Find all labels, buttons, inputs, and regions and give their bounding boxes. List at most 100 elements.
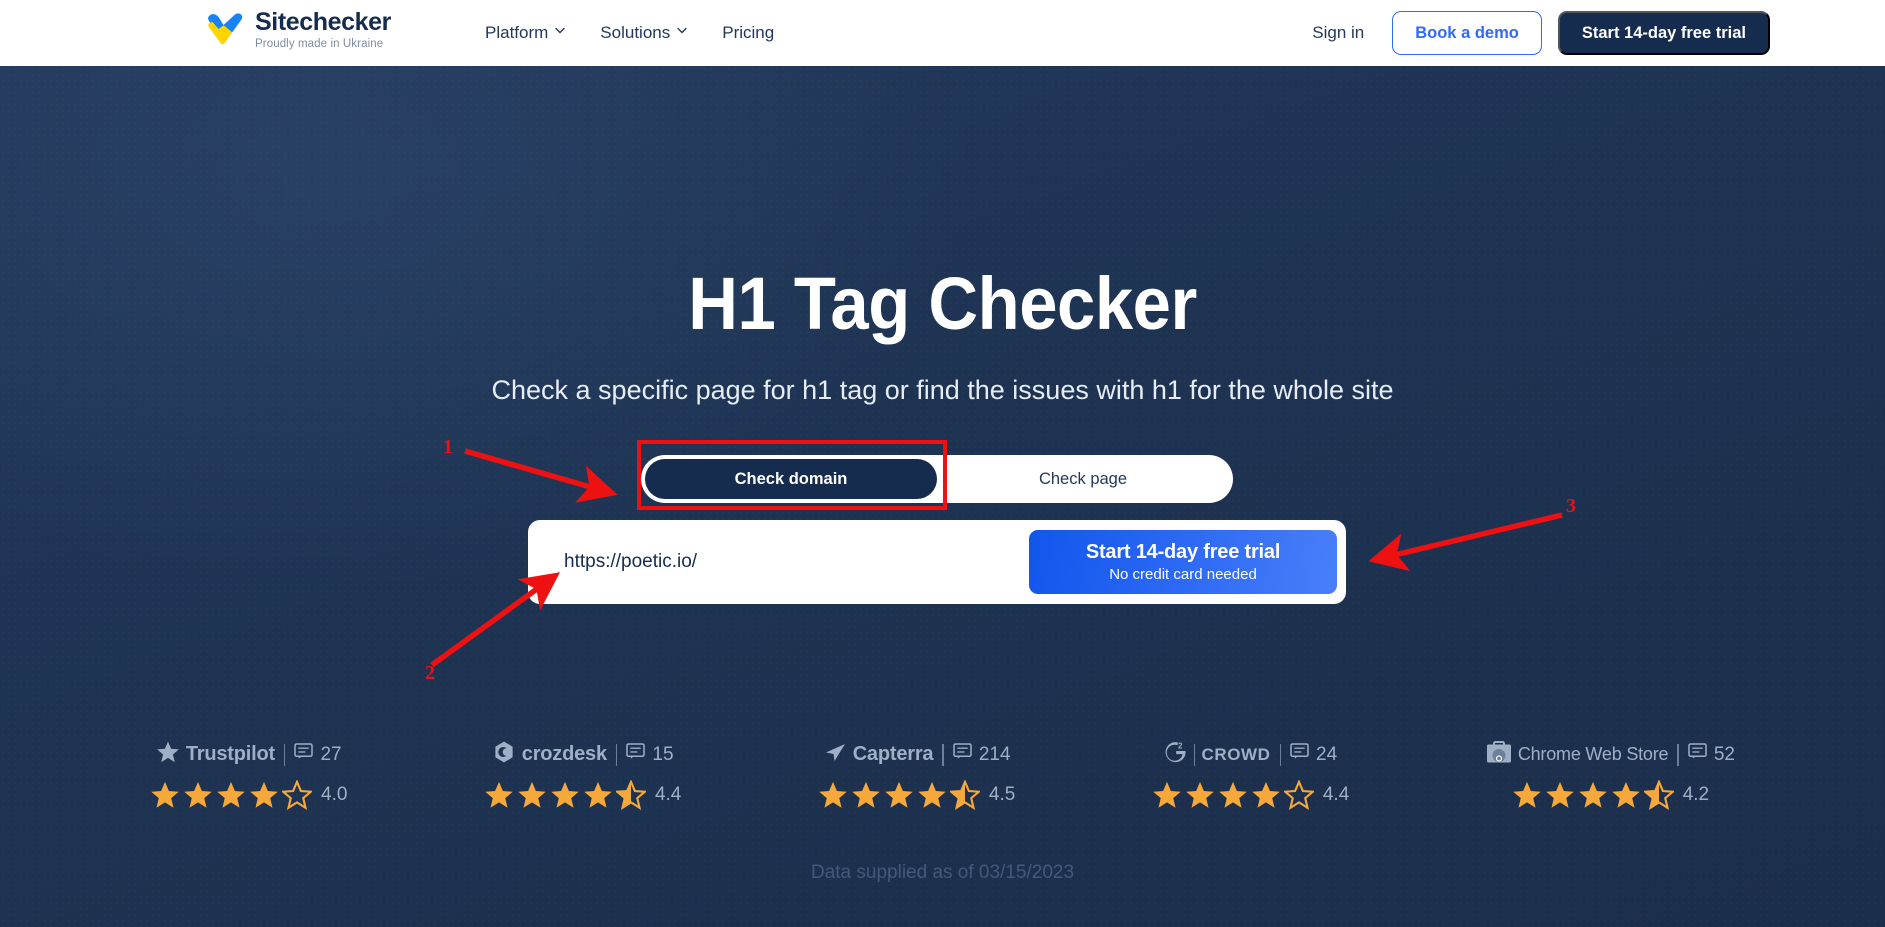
- rating-card-capterra[interactable]: Capterra 214 4.5: [818, 740, 1015, 810]
- ratings-row: Trustpilot 27 4.0 crozdesk 15 4.4 Capter…: [150, 740, 1735, 810]
- brand-block: 2 CROWD: [1164, 740, 1271, 769]
- star-half-icon: [1643, 780, 1674, 810]
- star-half-icon: [615, 780, 646, 810]
- nav-item-platform-label: Platform: [485, 23, 549, 42]
- brand-name: Capterra: [852, 743, 934, 765]
- start-free-trial-header-button[interactable]: Start 14-day free trial: [1557, 11, 1770, 55]
- brand-name: crozdesk: [521, 743, 607, 765]
- star-full-icon: [1578, 781, 1607, 808]
- star-rating: [484, 780, 646, 810]
- comment-icon: [626, 743, 646, 766]
- data-supplied-note: Data supplied as of 03/15/2023: [810, 862, 1075, 883]
- star-full-icon: [1611, 781, 1640, 808]
- capterra-arrow-icon: [823, 740, 847, 769]
- star-full-icon: [885, 781, 913, 808]
- nav-item-solutions[interactable]: Solutions: [600, 23, 687, 43]
- review-count-value: 52: [1713, 743, 1735, 765]
- start-free-trial-cta-button[interactable]: Start 14-day free trial No credit card n…: [1029, 530, 1337, 594]
- rating-header: Capterra 214: [823, 740, 1011, 769]
- comment-icon: [953, 743, 972, 766]
- sitechecker-heart-check-icon: [205, 12, 245, 48]
- brand-name: CROWD: [1201, 744, 1271, 764]
- star-full-icon: [584, 781, 612, 808]
- review-count-value: 15: [652, 743, 674, 765]
- rating-card-crozdesk[interactable]: crozdesk 15 4.4: [484, 740, 681, 810]
- book-a-demo-button[interactable]: Book a demo: [1392, 11, 1542, 55]
- rating-score: 4.5: [988, 784, 1016, 805]
- cta-main-label: Start 14-day free trial: [1085, 541, 1281, 563]
- star-empty-icon: [1283, 780, 1314, 810]
- review-count-value: 27: [320, 743, 342, 765]
- brand-block: Trustpilot: [156, 740, 275, 769]
- star-full-icon: [217, 781, 245, 808]
- review-count: 52: [1688, 743, 1735, 766]
- check-domain-toggle[interactable]: Check domain: [645, 459, 937, 499]
- search-bar: Start 14-day free trial No credit card n…: [528, 520, 1346, 604]
- rating-stars-row: 4.0: [150, 780, 347, 810]
- rating-stars-row: 4.4: [484, 780, 681, 810]
- rating-score: 4.4: [654, 784, 682, 805]
- site-header: Sitechecker Proudly made in Ukraine Plat…: [0, 0, 1885, 66]
- chevron-down-icon: [555, 27, 565, 36]
- header-actions: Sign in Book a demo Start 14-day free tr…: [1300, 0, 1770, 66]
- rating-card-g2-crowd[interactable]: 2 CROWD 24 4.4: [1152, 740, 1349, 810]
- nav-item-pricing[interactable]: Pricing: [722, 23, 774, 43]
- chevron-down-icon: [677, 27, 687, 36]
- divider: [1279, 743, 1282, 766]
- star-full-icon: [852, 781, 880, 808]
- star-full-icon: [485, 781, 513, 808]
- star-empty-icon: [282, 780, 312, 810]
- rating-score: 4.0: [321, 784, 348, 805]
- crozdesk-hexagon-icon: [492, 740, 516, 769]
- rating-header: Trustpilot 27: [156, 740, 342, 769]
- rating-header: 2 CROWD 24: [1164, 740, 1337, 769]
- star-full-icon: [1512, 781, 1541, 808]
- star-full-icon: [1252, 781, 1280, 808]
- divider: [615, 743, 618, 766]
- rating-stars-row: 4.5: [818, 780, 1015, 810]
- svg-text:2: 2: [1178, 741, 1183, 750]
- star-full-icon: [551, 781, 579, 808]
- nav-item-pricing-label: Pricing: [722, 23, 775, 42]
- nav-item-platform[interactable]: Platform: [485, 23, 565, 43]
- logo-title: Sitechecker: [255, 8, 391, 36]
- star-full-icon: [918, 781, 946, 808]
- star-full-icon: [1186, 781, 1214, 808]
- star-full-icon: [518, 781, 546, 808]
- rating-stars-row: 4.2: [1512, 780, 1709, 810]
- nav-item-solutions-label: Solutions: [600, 23, 671, 42]
- star-rating: [1512, 780, 1674, 810]
- g2-crowd-icon: 2: [1164, 740, 1188, 769]
- comment-icon: [1290, 743, 1309, 766]
- review-count: 15: [626, 743, 674, 766]
- check-page-toggle[interactable]: Check page: [937, 459, 1229, 499]
- comment-icon: [1688, 743, 1707, 766]
- divider: [942, 743, 944, 766]
- chrome-web-store-icon: [1486, 740, 1512, 769]
- star-full-icon: [1545, 781, 1574, 808]
- url-input[interactable]: [564, 532, 1029, 592]
- sign-in-link[interactable]: Sign in: [1300, 23, 1376, 43]
- rating-card-chrome-web-store[interactable]: Chrome Web Store 52 4.2: [1486, 740, 1735, 810]
- logo[interactable]: Sitechecker Proudly made in Ukraine: [205, 10, 391, 51]
- star-full-icon: [819, 781, 847, 808]
- page-subtitle: Check a specific page for h1 tag or find…: [491, 375, 1394, 405]
- page-title: H1 Tag Checker: [688, 262, 1197, 345]
- star-rating: [1152, 780, 1314, 810]
- divider: [283, 743, 286, 766]
- review-count-value: 214: [978, 743, 1011, 765]
- trustpilot-star-icon: [156, 740, 180, 769]
- brand-block: Chrome Web Store: [1486, 740, 1669, 769]
- comment-icon: [294, 743, 314, 766]
- brand-name: Trustpilot: [185, 743, 275, 765]
- brand-block: Capterra: [823, 740, 934, 769]
- rating-header: Chrome Web Store 52: [1486, 740, 1735, 769]
- rating-stars-row: 4.4: [1152, 780, 1349, 810]
- review-count: 24: [1290, 743, 1337, 766]
- star-full-icon: [1219, 781, 1247, 808]
- star-full-icon: [1153, 781, 1181, 808]
- review-count: 27: [294, 743, 342, 766]
- rating-card-trustpilot[interactable]: Trustpilot 27 4.0: [150, 740, 347, 810]
- star-rating: [150, 780, 312, 810]
- rating-header: crozdesk 15: [492, 740, 674, 769]
